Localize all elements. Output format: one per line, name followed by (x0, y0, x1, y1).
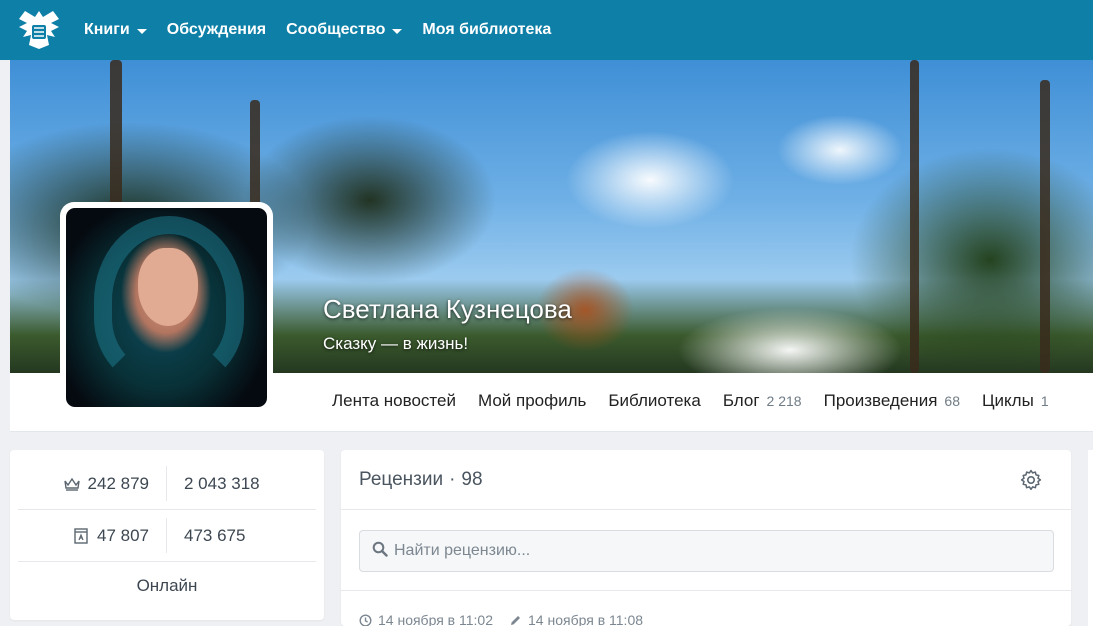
tab-news-feed[interactable]: Лента новостей (332, 391, 456, 411)
tab-label: Произведения (823, 391, 938, 410)
tab-count: 68 (944, 393, 960, 409)
profile-tagline: Сказку — в жизнь! (323, 334, 469, 353)
reviews-title: Рецензии · 98 (359, 469, 483, 491)
tab-library[interactable]: Библиотека (608, 391, 700, 411)
nav-books[interactable]: Книги (84, 21, 147, 39)
tab-label: Мой профиль (477, 391, 587, 410)
tab-count: 1 (1040, 393, 1049, 409)
stat-library[interactable]: 47 807 (18, 518, 167, 553)
stat-value: 242 879 (87, 473, 149, 493)
stat-views[interactable]: 2 043 318 (167, 458, 316, 509)
tab-label: Циклы (981, 391, 1034, 410)
tab-blog[interactable]: Блог 2 218 (723, 391, 802, 411)
review-meta: 14 ноября в 11:02 14 ноября в 11:08 (359, 612, 659, 626)
nav-my-library[interactable]: Моя библиотека (422, 21, 551, 39)
reviews-count: 98 (461, 469, 483, 490)
review-edited: 14 ноября в 11:08 (509, 612, 643, 626)
stat-value: 47 807 (97, 525, 149, 545)
top-navbar: Книги Обсуждения Сообщество Моя библиоте… (0, 0, 1093, 60)
eagle-logo-icon[interactable] (14, 5, 64, 55)
avatar[interactable] (60, 202, 273, 413)
stat-value: 473 675 (184, 525, 246, 545)
review-search-box[interactable] (359, 530, 1054, 572)
stat-rating[interactable]: 242 879 (18, 466, 167, 501)
chevron-down-icon (392, 28, 403, 34)
book-icon (71, 526, 91, 546)
stats-card: 242 879 2 043 318 47 807 473 675 Онлайн (10, 450, 324, 620)
stat-value: 2 043 318 (184, 473, 260, 493)
review-created: 14 ноября в 11:02 (359, 612, 493, 626)
tab-label: Блог (722, 391, 760, 410)
nav-books-label: Книги (84, 21, 130, 38)
tree-trunk (910, 60, 919, 373)
stat-reads[interactable]: 473 675 (167, 510, 316, 561)
tab-label: Лента новостей (332, 391, 456, 410)
tab-label: Библиотека (608, 391, 701, 410)
review-created-time: 14 ноября в 11:02 (378, 612, 494, 626)
tab-count: 2 218 (766, 393, 802, 409)
tab-works[interactable]: Произведения 68 (824, 391, 960, 411)
search-icon (372, 541, 388, 562)
search-input[interactable] (394, 542, 1034, 560)
gear-icon[interactable] (1019, 468, 1043, 492)
nav-community-label: Сообщество (286, 21, 386, 38)
avatar-image (66, 208, 267, 407)
online-status: Онлайн (136, 576, 198, 595)
profile-name: Светлана Кузнецова (323, 294, 572, 324)
stats-row-books: 47 807 473 675 (18, 510, 316, 562)
reviews-card: Рецензии·98 14 ноября в 11:02 14 ноября … (341, 450, 1071, 626)
review-edited-time: 14 ноября в 11:08 (528, 612, 644, 626)
separator-dot: · (449, 469, 456, 490)
crown-icon (62, 474, 82, 494)
clock-icon (359, 614, 372, 626)
stats-row-rating: 242 879 2 043 318 (18, 458, 316, 510)
profile-tabs: Лента новостей Мой профиль Библиотека Бл… (332, 391, 1071, 411)
nav-my-library-label: Моя библиотека (422, 21, 552, 38)
chevron-down-icon (136, 28, 147, 34)
reviews-header: Рецензии · 98 (341, 450, 1071, 510)
nav-discussions-label: Обсуждения (166, 21, 267, 38)
avatar-face (138, 248, 198, 326)
tab-my-profile[interactable]: Мой профиль (478, 391, 586, 411)
tab-cycles[interactable]: Циклы 1 (982, 391, 1049, 411)
nav-discussions[interactable]: Обсуждения (167, 21, 266, 39)
next-card-edge (1088, 450, 1093, 626)
divider (341, 590, 1071, 591)
pencil-icon (511, 615, 521, 625)
reviews-title-label: Рецензии (359, 469, 444, 490)
nav-community[interactable]: Сообщество (286, 21, 403, 39)
tree-trunk (1040, 80, 1050, 373)
